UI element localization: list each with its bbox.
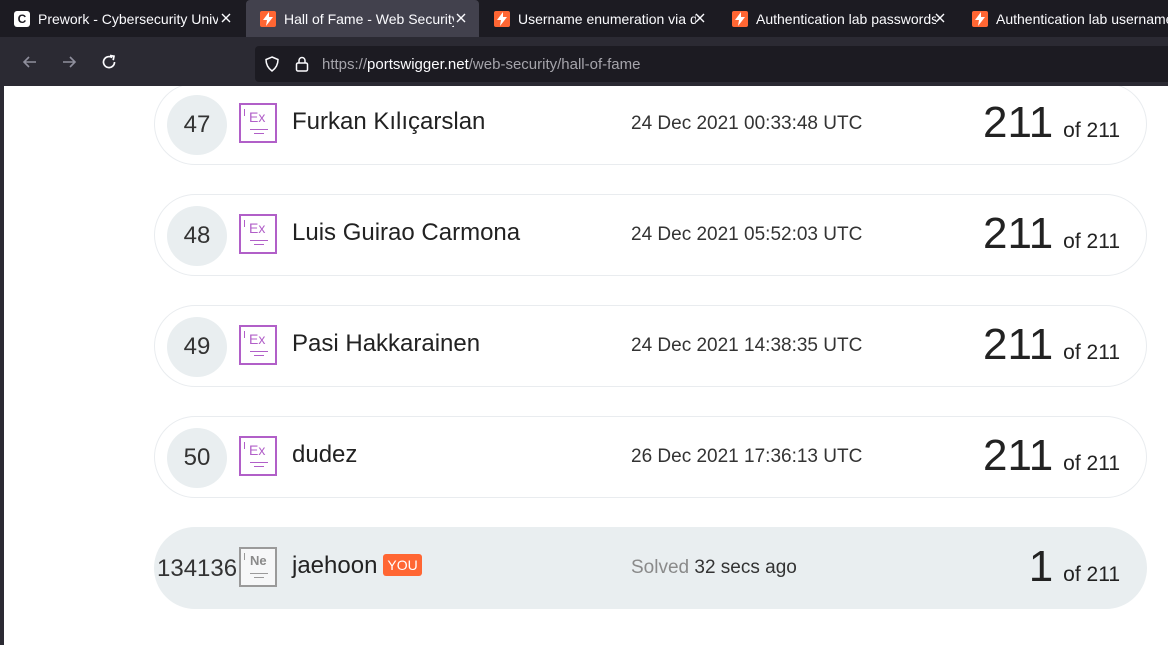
labs-total: of 211 xyxy=(1063,563,1120,586)
badge-label: Ex xyxy=(249,331,266,347)
completion-date: 24 Dec 2021 05:52:03 UTC xyxy=(631,224,863,245)
tab-hall-of-fame[interactable]: Hall of Fame - Web Security Ac xyxy=(246,0,479,37)
reload-icon[interactable] xyxy=(99,52,119,72)
user-name: jaehoon YOU xyxy=(292,552,422,580)
badge-label: Ex xyxy=(249,220,266,236)
badge-line xyxy=(250,462,268,463)
hall-of-fame-list: 47 Ex Furkan Kılıçarslan 24 Dec 2021 00:… xyxy=(4,86,1168,645)
badge-line xyxy=(254,244,264,245)
labs-solved: 211 xyxy=(983,98,1054,147)
badge-mark xyxy=(244,331,245,338)
url-scheme: https:// xyxy=(322,56,368,73)
badge-mark xyxy=(244,553,245,560)
close-icon[interactable] xyxy=(692,10,708,26)
leaderboard-row: 47 Ex Furkan Kılıçarslan 24 Dec 2021 00:… xyxy=(154,86,1147,165)
rank-circle: 48 xyxy=(167,206,227,266)
badge-mark xyxy=(244,442,245,449)
tab-auth-lab-usernames[interactable]: Authentication lab usernames xyxy=(958,0,1168,37)
badge-line xyxy=(254,466,264,467)
tab-title: Authentication lab usernames xyxy=(996,10,1168,27)
portswigger-icon xyxy=(494,10,510,27)
score: 211 of 211 xyxy=(983,431,1120,481)
portswigger-icon xyxy=(732,10,748,27)
portswigger-icon xyxy=(972,10,988,27)
tab-prework[interactable]: C Prework - Cybersecurity Univers xyxy=(0,0,244,37)
url-path: /web-security/hall-of-fame xyxy=(468,56,641,73)
labs-total: of 211 xyxy=(1063,119,1120,142)
tab-title: Prework - Cybersecurity Univers xyxy=(38,10,218,27)
labs-solved: 211 xyxy=(983,320,1054,369)
badge-label: Ex xyxy=(249,442,266,458)
badge-line xyxy=(250,129,268,130)
rank-number: 134136 xyxy=(157,555,238,582)
c-logo-icon: C xyxy=(14,10,30,27)
badge-line xyxy=(254,577,264,578)
you-badge: YOU xyxy=(383,553,422,576)
completion-date: 26 Dec 2021 17:36:13 UTC xyxy=(631,446,863,467)
rank-circle: 50 xyxy=(167,428,227,488)
close-icon[interactable] xyxy=(218,10,234,26)
back-arrow-icon[interactable] xyxy=(20,52,40,72)
labs-total: of 211 xyxy=(1063,341,1120,364)
badge-line xyxy=(250,351,268,352)
rank-circle: 49 xyxy=(167,317,227,377)
labs-solved: 211 xyxy=(983,209,1054,258)
score: 211 of 211 xyxy=(983,209,1120,259)
lock-icon[interactable] xyxy=(293,55,311,73)
url-host: portswigger.net xyxy=(367,56,469,73)
badge-line xyxy=(250,573,268,574)
completion-date: 24 Dec 2021 00:33:48 UTC xyxy=(631,113,863,134)
badge-line xyxy=(254,355,264,356)
tab-title: Username enumeration via diff xyxy=(518,10,696,27)
tab-bar: C Prework - Cybersecurity Univers Hall o… xyxy=(0,0,1168,37)
tab-auth-lab-passwords[interactable]: Authentication lab passwords | xyxy=(718,0,958,37)
tab-title: Authentication lab passwords | xyxy=(756,10,936,27)
labs-solved: 211 xyxy=(983,431,1054,480)
user-name: Pasi Hakkarainen xyxy=(292,330,481,357)
solved-time: Solved 32 secs ago xyxy=(631,557,797,579)
badge-line xyxy=(250,240,268,241)
expert-level-badge-icon: Ex xyxy=(239,436,277,476)
labs-total: of 211 xyxy=(1063,230,1120,253)
portswigger-icon xyxy=(260,10,276,27)
user-name: dudez xyxy=(292,441,358,468)
leaderboard-row: 49 Ex Pasi Hakkarainen 24 Dec 2021 14:38… xyxy=(154,305,1147,387)
badge-label: Ne xyxy=(250,553,267,568)
badge-mark xyxy=(244,220,245,227)
solved-label: Solved xyxy=(631,557,690,578)
tab-username-enumeration[interactable]: Username enumeration via diff xyxy=(480,0,718,37)
rank-circle: 47 xyxy=(167,95,227,155)
score: 211 of 211 xyxy=(983,98,1120,148)
badge-label: Ex xyxy=(249,109,266,125)
user-name: Luis Guirao Carmona xyxy=(292,219,521,246)
shield-icon[interactable] xyxy=(263,55,281,73)
expert-level-badge-icon: Ex xyxy=(239,214,277,254)
score: 1 of 211 xyxy=(1029,542,1120,592)
forward-arrow-icon[interactable] xyxy=(59,52,79,72)
close-icon[interactable] xyxy=(453,10,469,26)
score: 211 of 211 xyxy=(983,320,1120,370)
badge-mark xyxy=(244,109,245,116)
user-name-text: jaehoon xyxy=(292,552,378,579)
badge-line xyxy=(254,133,264,134)
user-name: Furkan Kılıçarslan xyxy=(292,108,486,135)
newcomer-level-badge-icon: Ne xyxy=(239,547,277,587)
url-text[interactable]: https://portswigger.net/web-security/hal… xyxy=(322,56,641,73)
tab-title: Hall of Fame - Web Security Ac xyxy=(284,10,454,27)
current-user-row: 134136 Ne jaehoon YOU Solved 32 secs ago … xyxy=(154,527,1147,609)
leaderboard-row: 48 Ex Luis Guirao Carmona 24 Dec 2021 05… xyxy=(154,194,1147,276)
completion-date: 24 Dec 2021 14:38:35 UTC xyxy=(631,335,863,356)
labs-solved: 1 xyxy=(1028,542,1054,591)
expert-level-badge-icon: Ex xyxy=(239,103,277,143)
expert-level-badge-icon: Ex xyxy=(239,325,277,365)
solved-ago: 32 secs ago xyxy=(694,557,797,578)
labs-total: of 211 xyxy=(1063,452,1120,475)
leaderboard-row: 50 Ex dudez 26 Dec 2021 17:36:13 UTC 211… xyxy=(154,416,1147,498)
close-icon[interactable] xyxy=(932,10,948,26)
